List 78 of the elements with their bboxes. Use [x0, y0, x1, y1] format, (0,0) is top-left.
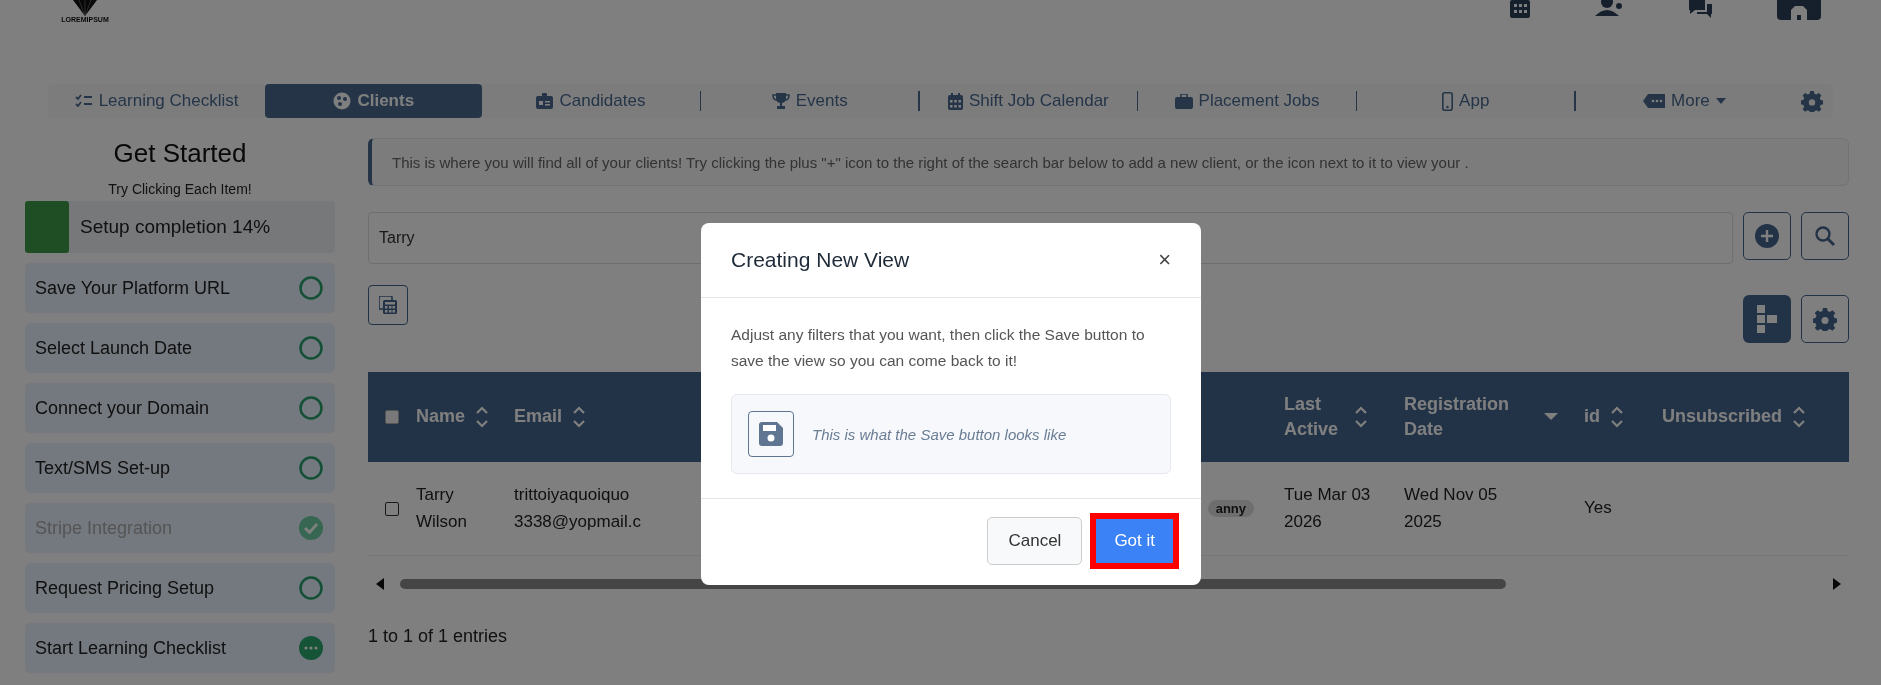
table-cell-text: Wed Nov 05 2025 — [1404, 484, 1499, 533]
row-checkbox[interactable] — [385, 501, 399, 516]
column-header[interactable]: Registration Date — [1404, 391, 1584, 443]
sort-icon — [1610, 405, 1624, 429]
dotted-circle-icon — [333, 92, 352, 110]
cancel-button[interactable]: Cancel — [987, 517, 1083, 565]
nav-tab[interactable]: Candidates — [482, 84, 700, 118]
table-cell-text: Tue Mar 03 2026 — [1284, 484, 1372, 533]
nav-tab[interactable]: Placement Jobs — [1138, 84, 1356, 118]
plus-circle-icon — [1755, 224, 1779, 248]
person-icon[interactable] — [1595, 0, 1623, 16]
calculator-button[interactable] — [368, 285, 408, 325]
modal-title: Creating New View — [731, 248, 910, 272]
empty-circle-icon — [299, 396, 323, 420]
logo-icon — [71, 0, 99, 16]
empty-circle-icon — [299, 456, 323, 480]
search-button[interactable] — [1801, 212, 1849, 260]
dots-circle-icon — [299, 636, 323, 660]
empty-circle-icon — [299, 276, 323, 300]
scroll-left-icon[interactable] — [376, 578, 384, 590]
sort-icon — [1792, 405, 1807, 429]
briefcase-icon — [1174, 93, 1193, 109]
trophy-icon — [771, 93, 790, 109]
table-cell-text: 3338@yopmail.c — [514, 510, 641, 533]
sort-icon — [475, 405, 490, 429]
nav-tab[interactable]: Clients — [265, 84, 483, 118]
column-header[interactable]: Last Active — [1284, 391, 1404, 443]
select-all-checkbox[interactable] — [385, 410, 399, 424]
hierarchy-button[interactable] — [1743, 295, 1791, 343]
checklist-item[interactable]: Start Learning Checklist — [25, 623, 335, 673]
hierarchy-icon — [1755, 305, 1779, 333]
tag-icon — [1643, 94, 1666, 108]
sidebar-title: Get Started — [112, 138, 248, 169]
check-circle-icon — [299, 516, 323, 540]
phone-icon — [1442, 91, 1454, 111]
checklist-item[interactable]: Text/SMS Set-up — [25, 443, 335, 493]
settings-button[interactable] — [1801, 295, 1849, 343]
nav-tab[interactable]: Learning Checklist — [48, 84, 266, 118]
settings-icon[interactable] — [1801, 90, 1823, 112]
caret-icon — [1715, 98, 1726, 104]
checklist-icon — [74, 94, 93, 108]
table-cell-text: Yes — [1584, 497, 1612, 520]
checklist-item[interactable]: Save Your Platform URL — [25, 263, 335, 313]
home-button[interactable] — [1777, 0, 1821, 20]
progress-label: Setup completion 14% — [80, 216, 271, 238]
sort-down-icon — [1544, 413, 1558, 421]
close-button[interactable]: × — [1158, 247, 1171, 273]
tag-label: anny — [1207, 500, 1254, 517]
checklist-item[interactable]: Connect your Domain — [25, 383, 335, 433]
empty-circle-icon — [299, 576, 323, 600]
sort-icon — [1354, 405, 1368, 429]
entries-info: 1 to 1 of 1 entries — [368, 626, 509, 647]
table-cell-text: trittoiyaquoiquo — [514, 484, 630, 507]
calendar-icon — [947, 92, 963, 110]
add-button[interactable] — [1743, 212, 1791, 260]
column-header[interactable]: Name — [416, 404, 514, 430]
checklist-item[interactable]: Request Pricing Setup — [25, 563, 335, 613]
empty-circle-icon — [299, 336, 323, 360]
sort-icon — [572, 405, 587, 429]
nav-tab[interactable]: Shift Job Calendar — [919, 84, 1137, 118]
settings-icon — [1813, 307, 1837, 331]
checklist-item[interactable]: Select Launch Date — [25, 323, 335, 373]
search-icon — [1814, 225, 1836, 247]
nav-tab[interactable]: More — [1575, 84, 1793, 118]
home-icon — [1789, 6, 1809, 20]
nav-tab[interactable]: Events — [701, 84, 919, 118]
chat-icon[interactable] — [1687, 0, 1713, 18]
column-header[interactable]: id — [1584, 404, 1662, 430]
sidebar-subtitle: Try Clicking Each Item! — [107, 181, 253, 197]
modal-text: Adjust any filters that you want, then click the Save button to save the view so you can come back to it! — [731, 325, 1146, 371]
scroll-right-icon[interactable] — [1833, 578, 1841, 590]
id-card-icon — [536, 93, 554, 109]
column-header[interactable]: Unsubscribed — [1662, 404, 1862, 430]
calendar-icon[interactable] — [1509, 0, 1531, 18]
info-banner: This is where you will find all of your clients! Try clicking the plus "+" icon to the right of the search bar below to add a new client, or the icon next to it to view your . — [368, 138, 1849, 186]
calculator-icon — [379, 296, 397, 314]
table-cell-text: Tarry Wilson — [416, 484, 468, 533]
nav-tab[interactable]: App — [1357, 84, 1575, 118]
